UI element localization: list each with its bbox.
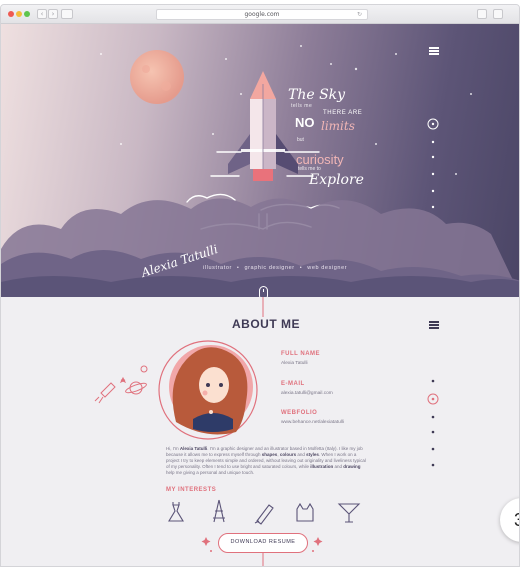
menu-hamburger-icon[interactable] (429, 47, 439, 55)
back-button[interactable]: ‹ (37, 9, 47, 19)
moon-icon (130, 50, 184, 104)
field-label-full-name: FULL NAME (281, 351, 321, 357)
eiffel-tower-icon (213, 499, 225, 523)
pen-nib-icon (254, 504, 274, 525)
close-window-button[interactable] (8, 11, 14, 17)
tagline-limits: limits (321, 119, 355, 133)
hero-side-nav (427, 118, 439, 209)
field-label-webfolio: WEBFOLIO (281, 410, 318, 416)
browser-toolbar: ‹ › google.com ↻ (1, 5, 519, 24)
tagline-there-are: THERE ARE (323, 110, 363, 116)
browser-window: ‹ › google.com ↻ The Sky tells me THERE … (0, 4, 520, 567)
tagline-explore: Explore (309, 172, 364, 188)
about-menu-hamburger-icon[interactable] (429, 321, 439, 329)
minimize-window-button[interactable] (16, 11, 22, 17)
hero-section: The Sky tells me THERE ARE NO limits but… (1, 24, 519, 297)
sidebar-toggle-icon[interactable] (61, 9, 73, 19)
roles-list: illustrator • graphic designer • web designe… (203, 265, 348, 271)
cat-icon (296, 502, 314, 522)
bio-paragraph: Hi, I'm Alexia Tatulli. I'm a graphic de… (166, 446, 366, 476)
forward-button[interactable]: › (48, 9, 58, 19)
dress-icon (168, 502, 184, 522)
field-value-full-name: Alexia Tatulli (281, 361, 308, 366)
hero-illustration (1, 45, 519, 297)
about-section: ABOUT ME FULL NAME Alexia Tatulli E-MAIL… (1, 297, 519, 566)
about-illustration (94, 297, 439, 566)
interests-icons (168, 499, 361, 525)
about-side-nav (427, 379, 439, 467)
space-doodles-icon (94, 365, 148, 404)
tagline-the-sky: The Sky (288, 87, 346, 103)
portrait-avatar (158, 340, 258, 440)
tagline-curiosity: curiosity (296, 152, 344, 167)
tabs-icon[interactable] (493, 9, 503, 19)
download-resume-button[interactable]: DOWNLOAD RESUME (218, 533, 308, 553)
tagline-no: NO (295, 115, 315, 130)
role-item: graphic designer (244, 265, 295, 271)
about-title: ABOUT ME (232, 317, 300, 331)
share-icon[interactable] (477, 9, 487, 19)
tagline-but: but (297, 137, 304, 143)
field-value-webfolio[interactable]: www.behance.net/alexiatatulli (281, 420, 344, 425)
cocktail-icon (337, 503, 361, 523)
address-bar-text: google.com (244, 11, 280, 18)
address-bar[interactable]: google.com ↻ (156, 9, 368, 20)
reload-icon[interactable]: ↻ (357, 10, 362, 20)
role-item: illustrator (203, 265, 232, 271)
field-label-email: E-MAIL (281, 381, 305, 387)
role-item: web designer (307, 265, 348, 271)
interests-title: MY INTERESTS (166, 487, 217, 493)
mouse-scroll-icon[interactable] (259, 286, 268, 297)
clouds-decoration (1, 198, 519, 297)
tagline-tells-me: tells me (291, 103, 313, 109)
maximize-window-button[interactable] (24, 11, 30, 17)
field-value-email[interactable]: alexia.tatulli@gmail.com (281, 391, 333, 396)
